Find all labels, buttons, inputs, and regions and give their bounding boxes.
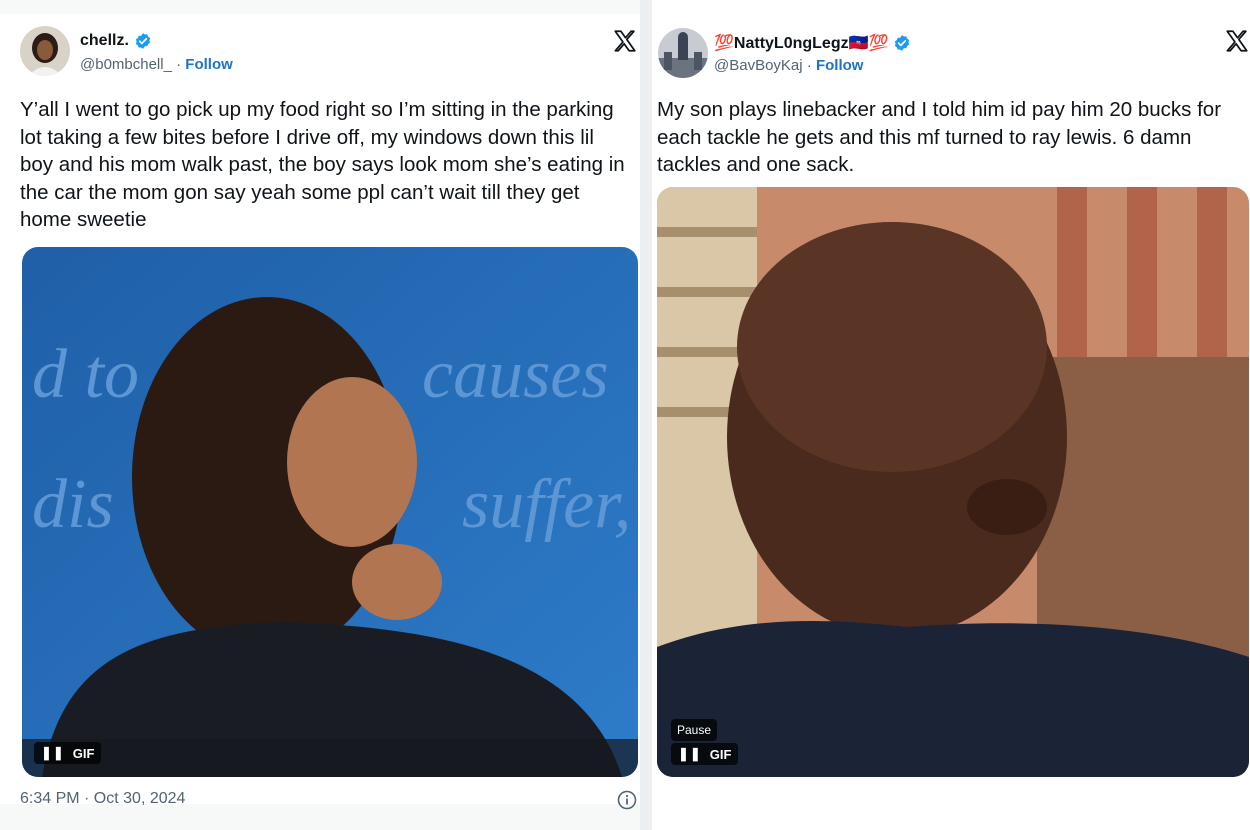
- right-tweet-card: 💯NattyL0ngLegz🇭🇹💯 @BavBoyKaj · Follow My…: [652, 20, 1250, 790]
- panel-divider: [640, 0, 652, 830]
- pause-icon: ❚❚: [678, 746, 702, 761]
- right-gif-frame: [657, 187, 1249, 777]
- left-gif-label: GIF: [72, 745, 95, 761]
- right-author-name[interactable]: 💯NattyL0ngLegz🇭🇹💯: [714, 33, 888, 53]
- bg-word-3: dis: [32, 466, 114, 543]
- left-gif-frame: d to causes dis suffer,: [22, 247, 638, 777]
- left-author-handle[interactable]: @b0mbchell_: [80, 56, 172, 73]
- left-author-avatar[interactable]: [20, 26, 70, 76]
- right-tweet-panel: 💯NattyL0ngLegz🇭🇹💯 @BavBoyKaj · Follow My…: [652, 0, 1250, 830]
- right-gif-badge[interactable]: ❚❚ GIF: [671, 743, 739, 765]
- left-gif-badge[interactable]: ❚❚ GIF: [34, 742, 102, 764]
- right-tweet-text: My son plays linebacker and I told him i…: [657, 98, 1222, 176]
- right-gif-label: GIF: [709, 746, 732, 762]
- left-tweet-gif[interactable]: d to causes dis suffer, ❚❚ GIF: [22, 247, 638, 777]
- separator-dot: ·: [806, 57, 816, 74]
- left-tweet-text: Y’all I went to go pick up my food right…: [20, 98, 625, 231]
- left-follow-button[interactable]: Follow: [185, 56, 233, 73]
- left-tweet-card: chellz. @b0mbchell_ · Follow Y’all I wen…: [0, 14, 640, 810]
- right-follow-button[interactable]: Follow: [816, 57, 864, 74]
- left-author-handle-row: @b0mbchell_ · Follow: [80, 56, 233, 73]
- right-author-handle[interactable]: @BavBoyKaj: [714, 57, 803, 74]
- info-icon[interactable]: [617, 790, 637, 810]
- right-author-avatar[interactable]: [658, 28, 708, 78]
- pause-tooltip: Pause: [671, 719, 718, 741]
- verified-badge-icon: [135, 33, 151, 49]
- right-author-handle-row: @BavBoyKaj · Follow: [714, 57, 863, 74]
- bg-word-4: suffer,: [462, 466, 631, 543]
- left-tweet-panel: chellz. @b0mbchell_ · Follow Y’all I wen…: [0, 0, 640, 830]
- verified-badge-icon: [895, 35, 910, 51]
- bg-word-2: causes: [422, 336, 609, 413]
- pause-icon: ❚❚: [41, 745, 65, 760]
- bg-word-1: d to: [32, 336, 139, 413]
- x-logo-icon[interactable]: [1224, 28, 1250, 54]
- left-tweet-timestamp[interactable]: 6:34 PM · Oct 30, 2024: [20, 790, 185, 808]
- left-author-name[interactable]: chellz.: [80, 32, 129, 50]
- right-author-name-row: 💯NattyL0ngLegz🇭🇹💯: [714, 33, 911, 53]
- right-tweet-gif[interactable]: Pause ❚❚ GIF: [657, 187, 1249, 777]
- left-author-name-row: chellz.: [80, 32, 152, 50]
- separator-dot: ·: [176, 56, 186, 73]
- x-logo-icon[interactable]: [612, 28, 638, 54]
